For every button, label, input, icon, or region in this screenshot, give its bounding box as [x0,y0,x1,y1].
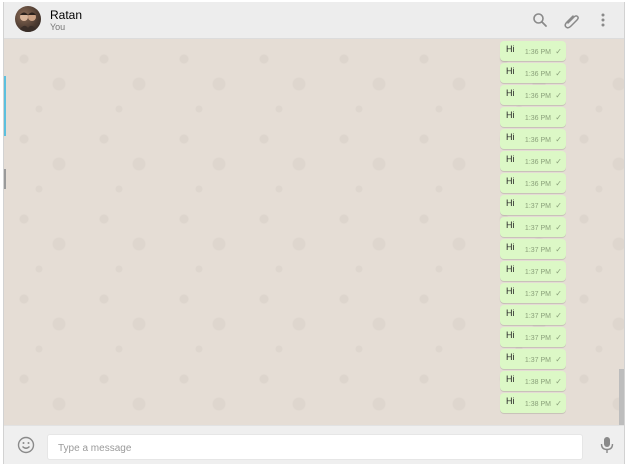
sent-tick-icon: ✓ [555,47,562,56]
sent-tick-icon: ✓ [555,333,562,342]
message-bubble[interactable]: Hi 1:37 PM ✓ [500,261,566,281]
message-bubble[interactable]: Hi 1:36 PM ✓ [500,85,566,105]
message-bubble[interactable]: Hi 1:36 PM ✓ [500,151,566,171]
message-list[interactable]: Hi 1:36 PM ✓ Hi 1:36 PM ✓ Hi 1:36 PM ✓ H… [4,39,624,425]
sent-tick-icon: ✓ [555,355,562,364]
message-text: Hi [506,264,515,274]
avatar[interactable] [15,6,41,32]
message-time: 1:36 PM [524,71,551,78]
message-bubble[interactable]: Hi 1:36 PM ✓ [500,41,566,61]
message-text: Hi [506,374,515,384]
message-bubble[interactable]: Hi 1:36 PM ✓ [500,63,566,83]
message-text: Hi [506,286,515,296]
message-bubble[interactable]: Hi 1:37 PM ✓ [500,349,566,369]
emoji-icon[interactable] [17,436,35,454]
sent-tick-icon: ✓ [555,179,562,188]
message-time: 1:37 PM [524,335,551,342]
sent-tick-icon: ✓ [555,223,562,232]
message-bubble[interactable]: Hi 1:36 PM ✓ [500,107,566,127]
sent-tick-icon: ✓ [555,91,562,100]
sent-tick-icon: ✓ [555,135,562,144]
mic-icon[interactable] [598,435,616,455]
message-time: 1:36 PM [524,49,551,56]
message-time: 1:38 PM [524,401,551,408]
contact-name[interactable]: Ratan [50,8,82,22]
message-time: 1:36 PM [524,159,551,166]
scrollbar-thumb[interactable] [619,369,624,425]
message-text: Hi [506,396,515,406]
message-bubble[interactable]: Hi 1:37 PM ✓ [500,283,566,303]
sent-tick-icon: ✓ [555,311,562,320]
sent-tick-icon: ✓ [555,289,562,298]
contact-subtitle: You [50,22,66,32]
search-icon[interactable] [531,11,549,29]
message-bubble[interactable]: Hi 1:38 PM ✓ [500,393,566,413]
menu-icon[interactable] [594,11,612,29]
message-time: 1:36 PM [524,93,551,100]
sent-tick-icon: ✓ [555,157,562,166]
message-time: 1:37 PM [524,291,551,298]
message-bubble[interactable]: Hi 1:37 PM ✓ [500,305,566,325]
sent-tick-icon: ✓ [555,267,562,276]
message-bubble[interactable]: Hi 1:37 PM ✓ [500,327,566,347]
message-text: Hi [506,44,515,54]
message-text: Hi [506,88,515,98]
message-time: 1:37 PM [524,203,551,210]
message-text: Hi [506,110,515,120]
scrollbar-track[interactable] [619,39,624,425]
message-text: Hi [506,220,515,230]
message-bubble[interactable]: Hi 1:38 PM ✓ [500,371,566,391]
message-bubble[interactable]: Hi 1:37 PM ✓ [500,217,566,237]
message-text: Hi [506,330,515,340]
sent-tick-icon: ✓ [555,377,562,386]
message-input[interactable] [56,439,570,457]
sent-tick-icon: ✓ [555,399,562,408]
message-text: Hi [506,352,515,362]
message-time: 1:37 PM [524,225,551,232]
sent-tick-icon: ✓ [555,113,562,122]
attach-icon[interactable] [563,11,581,29]
message-time: 1:37 PM [524,313,551,320]
message-text: Hi [506,308,515,318]
message-time: 1:38 PM [524,379,551,386]
message-text: Hi [506,198,515,208]
message-time: 1:37 PM [524,247,551,254]
message-time: 1:36 PM [524,115,551,122]
message-time: 1:37 PM [524,357,551,364]
chat-window: Ratan You Hi 1:36 PM ✓ Hi 1:36 PM ✓ Hi 1… [3,2,625,464]
sent-tick-icon: ✓ [555,245,562,254]
message-text: Hi [506,66,515,76]
message-text: Hi [506,132,515,142]
composer-bar [4,425,624,464]
message-bubble[interactable]: Hi 1:37 PM ✓ [500,195,566,215]
message-text: Hi [506,176,515,186]
left-edge-marker-2 [4,169,6,189]
message-bubble[interactable]: Hi 1:37 PM ✓ [500,239,566,259]
sent-tick-icon: ✓ [555,69,562,78]
message-time: 1:36 PM [524,137,551,144]
message-time: 1:37 PM [524,269,551,276]
message-input-box[interactable] [47,434,583,460]
sent-tick-icon: ✓ [555,201,562,210]
message-bubble[interactable]: Hi 1:36 PM ✓ [500,173,566,193]
left-edge-marker [4,76,6,136]
message-text: Hi [506,154,515,164]
chat-header: Ratan You [4,2,624,39]
message-time: 1:36 PM [524,181,551,188]
message-text: Hi [506,242,515,252]
message-bubble[interactable]: Hi 1:36 PM ✓ [500,129,566,149]
